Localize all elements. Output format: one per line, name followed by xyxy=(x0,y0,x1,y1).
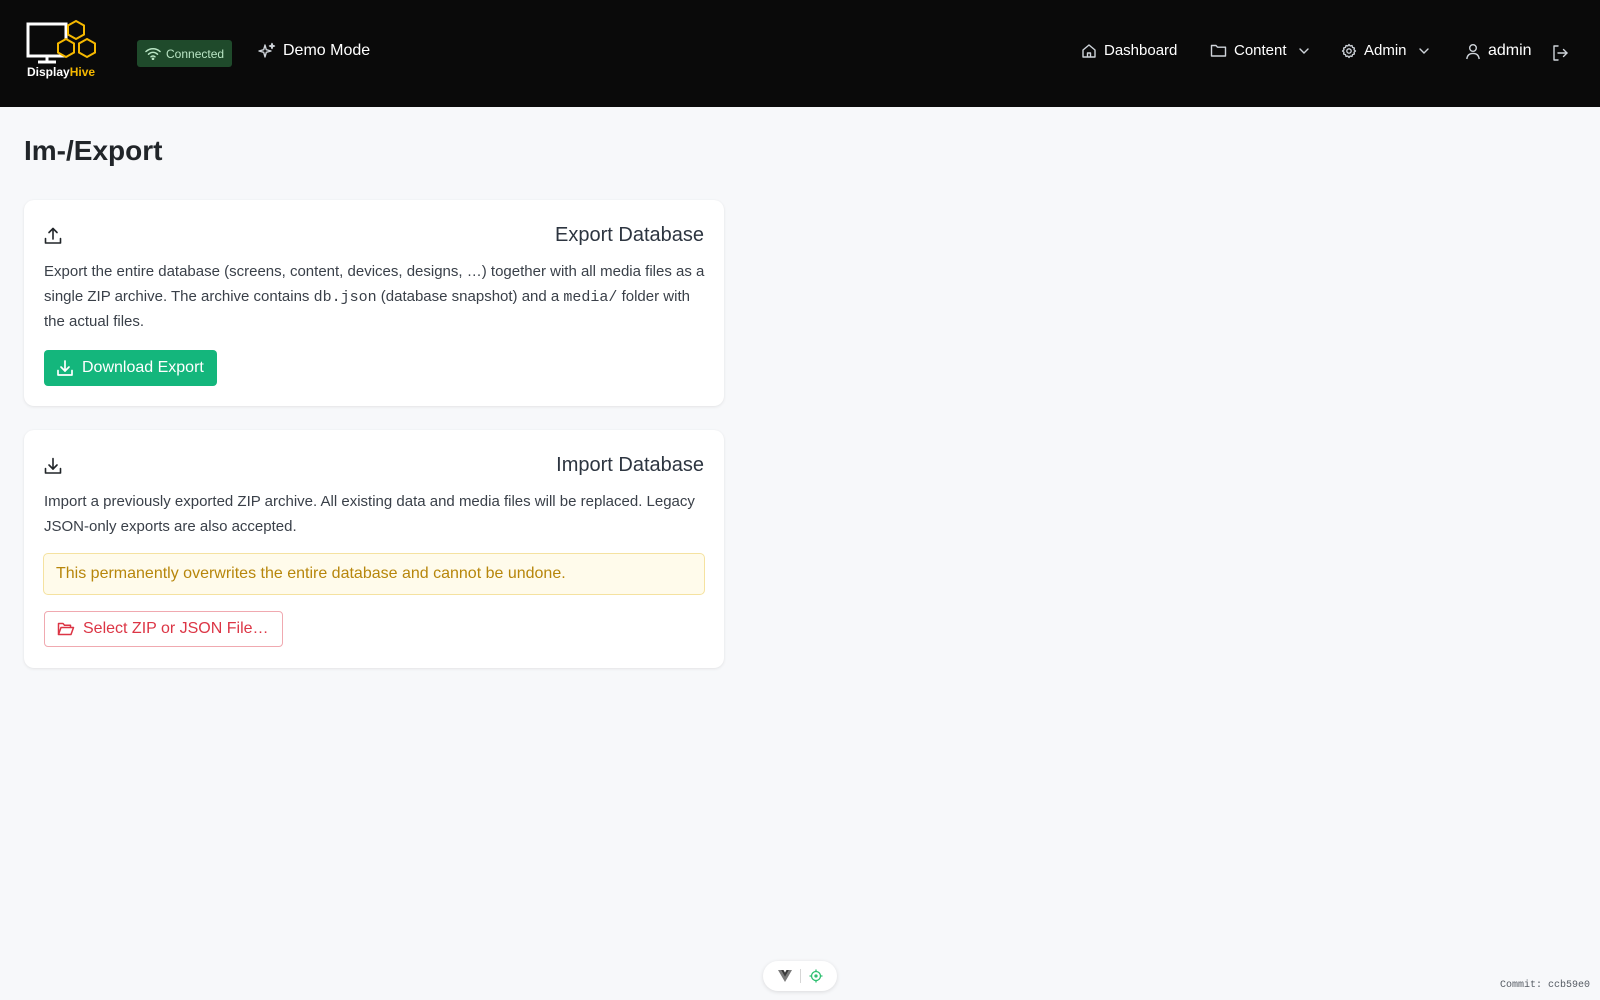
top-navbar: DisplayHive Connected Demo Mode Dashboar… xyxy=(0,0,1600,107)
nav-content-dropdown[interactable]: Content xyxy=(1210,42,1310,59)
download-export-button[interactable]: Download Export xyxy=(44,350,217,386)
upload-icon xyxy=(43,226,63,246)
import-database-card: Import Database Import a previously expo… xyxy=(24,430,724,668)
devtools-separator xyxy=(799,969,801,983)
folder-open-icon xyxy=(57,621,75,637)
export-desc-code-dbjson: db.json xyxy=(313,288,377,306)
commit-hash: Commit: ccb59e0 xyxy=(1499,980,1590,991)
download-icon xyxy=(43,456,63,476)
home-icon xyxy=(1081,43,1097,59)
crosshair-icon[interactable] xyxy=(809,969,823,983)
logo-wordmark: DisplayHive xyxy=(27,65,95,79)
nav-dashboard-label: Dashboard xyxy=(1104,42,1178,59)
nav-admin-dropdown[interactable]: Admin xyxy=(1341,42,1430,59)
sparkles-icon xyxy=(258,42,276,60)
logout-icon[interactable] xyxy=(1551,44,1569,62)
overwrite-warning-alert: This permanently overwrites the entire d… xyxy=(43,553,705,595)
nav-admin-label: Admin xyxy=(1364,42,1407,59)
select-file-button[interactable]: Select ZIP or JSON File… xyxy=(44,611,283,647)
download-export-label: Download Export xyxy=(82,359,204,376)
nav-dashboard[interactable]: Dashboard xyxy=(1081,42,1177,59)
nav-user-label: admin xyxy=(1488,42,1532,59)
logo-text-hive: Hive xyxy=(69,65,96,79)
devtools-toolbar[interactable] xyxy=(763,961,837,991)
select-file-label: Select ZIP or JSON File… xyxy=(83,620,269,637)
folder-icon xyxy=(1210,43,1227,58)
chevron-down-icon xyxy=(1298,47,1310,55)
import-card-description: Import a previously exported ZIP archive… xyxy=(44,493,695,535)
nav-content-label: Content xyxy=(1234,42,1287,59)
page-title: Im-/Export xyxy=(24,135,163,166)
demo-mode-indicator: Demo Mode xyxy=(258,42,370,60)
connection-status-text: Connected xyxy=(166,46,225,61)
download-icon xyxy=(56,359,74,377)
import-card-title: Import Database xyxy=(556,454,704,476)
export-database-card: Export Database Export the entire databa… xyxy=(24,200,724,406)
nav-user-menu[interactable]: admin xyxy=(1465,42,1532,60)
connection-status-badge: Connected xyxy=(137,40,233,67)
wifi-icon xyxy=(145,47,161,60)
export-desc-text-2: (database snapshot) and a xyxy=(376,287,564,305)
logo-text-display: Display xyxy=(27,65,70,79)
user-icon xyxy=(1465,43,1481,60)
gear-icon xyxy=(1341,43,1357,59)
export-desc-code-media: media/ xyxy=(563,288,618,306)
demo-mode-label: Demo Mode xyxy=(283,42,371,59)
export-card-title: Export Database xyxy=(555,224,704,246)
chevron-down-icon xyxy=(1418,47,1430,55)
vue-logo-icon[interactable] xyxy=(777,970,792,982)
export-card-description: Export the entire database (screens, con… xyxy=(44,260,706,335)
